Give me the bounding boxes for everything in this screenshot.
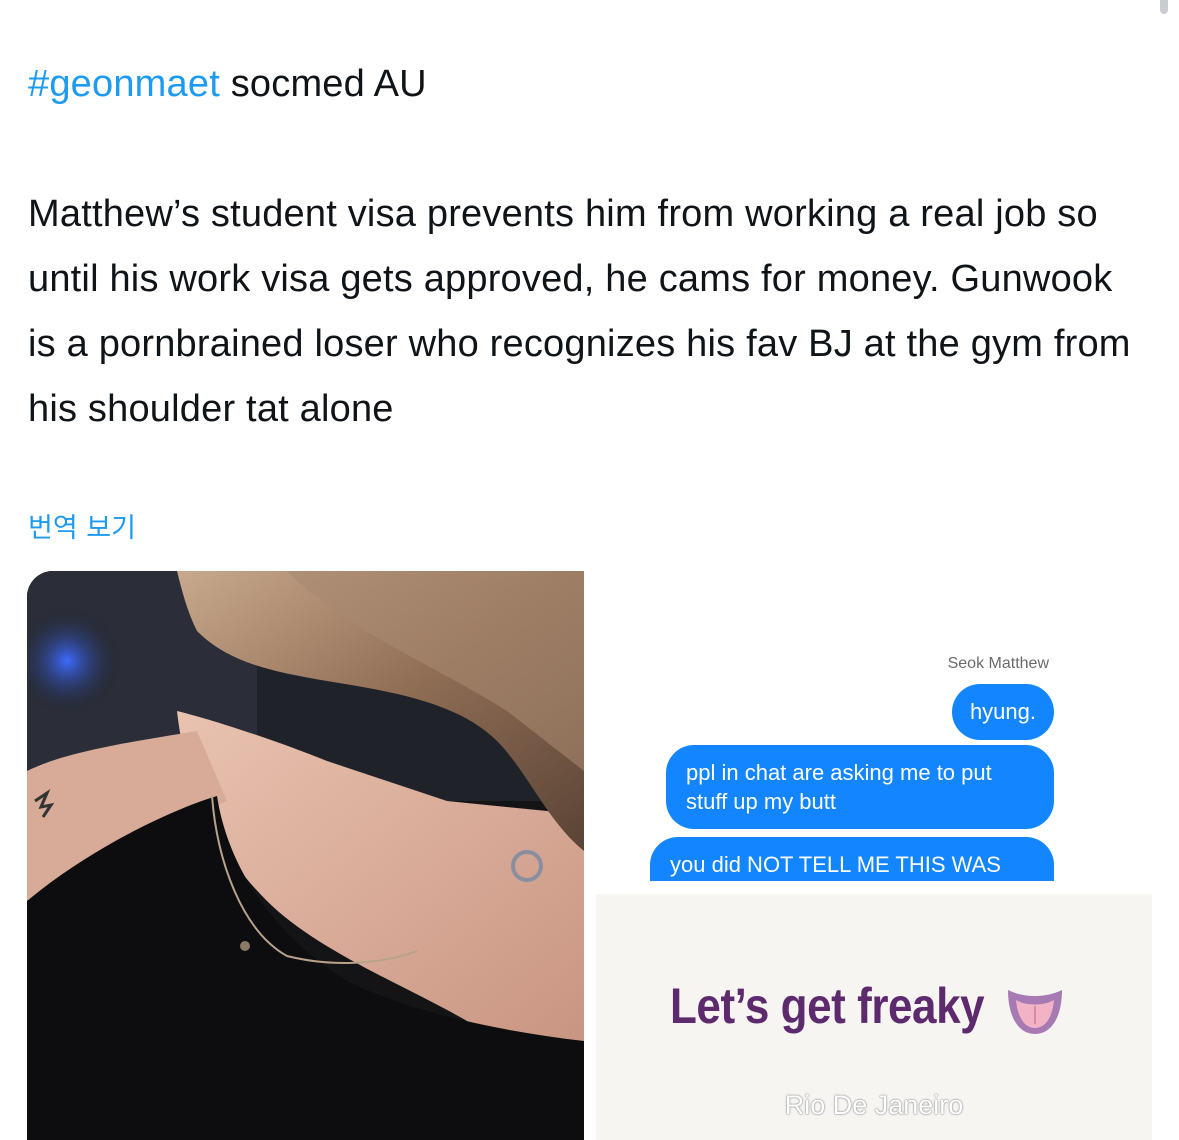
chat-bubble: you did NOT TELL ME THIS WAS <box>650 837 1054 881</box>
media-photo-shoulder[interactable] <box>27 571 584 1140</box>
hashtag-link[interactable]: #geonmaet <box>28 63 220 105</box>
shoulder-tattoo-photo <box>27 571 584 1140</box>
chat-bubble: hyung. <box>951 684 1054 740</box>
tweet-body: Matthew’s student visa prevents him from… <box>28 193 1131 430</box>
story-location: Rio De Janeiro <box>784 1090 964 1120</box>
media-story-caption[interactable]: Let’s get freaky Rio De Janeiro <box>596 894 1152 1140</box>
tweet-title-line: #geonmaet socmed AU <box>28 52 1148 117</box>
tongue-face-emoji <box>1008 990 1062 1034</box>
chat-bubble: ppl in chat are asking me to put stuff u… <box>666 745 1054 829</box>
translate-link[interactable]: 번역 보기 <box>28 506 136 545</box>
story-caption: Let’s get freaky <box>670 978 985 1034</box>
media-chat-screenshot[interactable]: Seok Matthew hyung. ppl in chat are aski… <box>596 571 1152 881</box>
tweet-title-rest: socmed AU <box>230 63 427 105</box>
scroll-indicator[interactable] <box>1160 0 1168 14</box>
chat-contact-name: Seok Matthew <box>947 655 1049 672</box>
tweet-text: #geonmaet socmed AU Matthew’s student vi… <box>28 52 1148 442</box>
